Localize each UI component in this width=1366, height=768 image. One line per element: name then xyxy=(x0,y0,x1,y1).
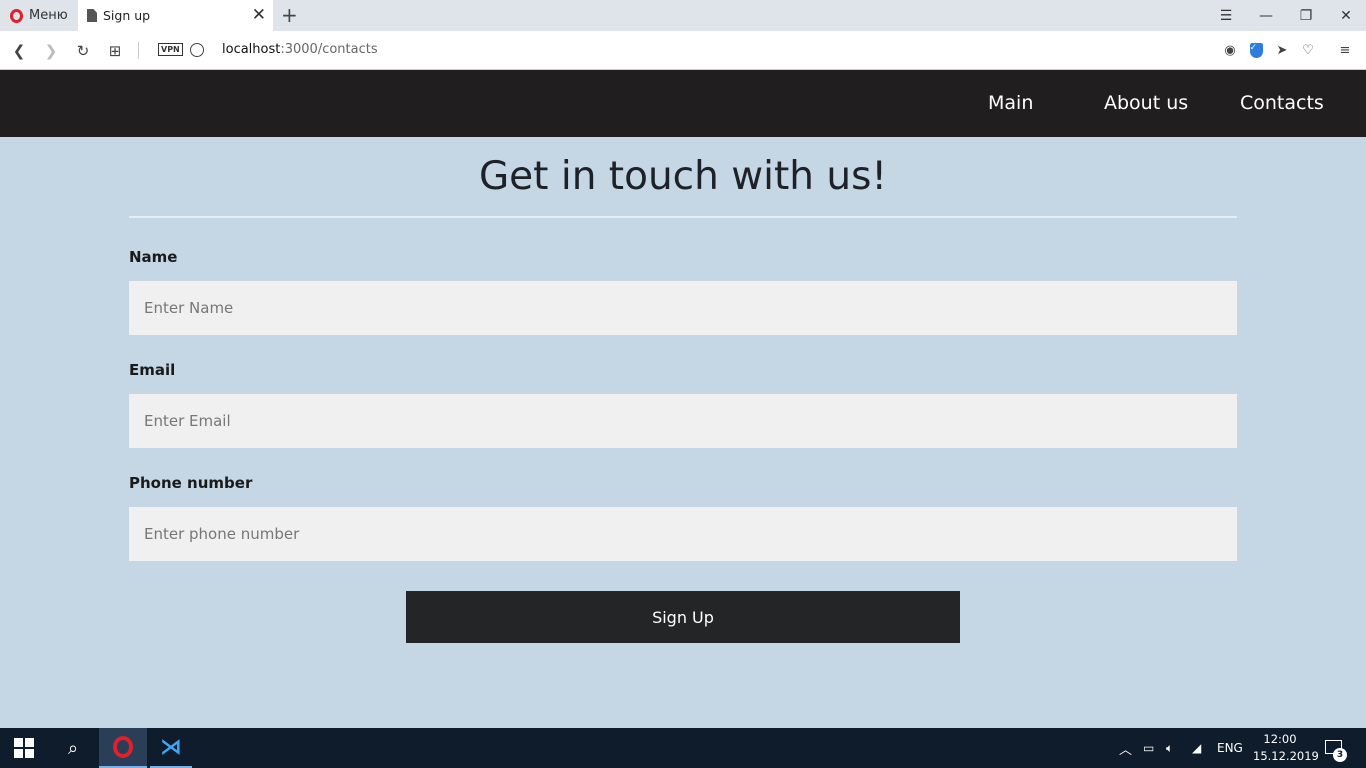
url-path: :3000/contacts xyxy=(280,42,378,57)
nav-link-about-us[interactable]: About us xyxy=(1104,92,1188,114)
language-indicator[interactable]: ENG xyxy=(1217,728,1243,768)
url-host: localhost xyxy=(222,42,281,57)
browser-tab-active[interactable]: Sign up ✕ xyxy=(78,0,273,31)
vscode-icon: ⋊ xyxy=(160,734,182,760)
back-icon[interactable]: ❮ xyxy=(8,40,30,62)
phone-label: Phone number xyxy=(129,474,253,492)
tab-menu-icon[interactable]: ☰ xyxy=(1206,0,1246,31)
windows-logo-pane xyxy=(25,749,34,758)
camera-icon[interactable]: ◉ xyxy=(1221,41,1239,59)
easy-setup-icon[interactable]: ≡ xyxy=(1336,41,1354,59)
phone-input[interactable] xyxy=(129,507,1237,561)
network-icon[interactable]: ◢ xyxy=(1192,728,1201,768)
close-window-button[interactable]: ✕ xyxy=(1326,0,1366,31)
title-divider xyxy=(129,216,1237,218)
restore-button[interactable]: ❐ xyxy=(1286,0,1326,31)
name-input[interactable] xyxy=(129,281,1237,335)
volume-icon[interactable]: 🔈︎ xyxy=(1166,728,1173,768)
tab-title: Sign up xyxy=(103,8,151,23)
opera-taskbar-icon xyxy=(113,736,133,758)
vpn-badge[interactable]: VPN xyxy=(158,43,183,56)
forward-icon[interactable]: ❯ xyxy=(40,40,62,62)
email-label: Email xyxy=(129,361,176,379)
battery-icon[interactable]: ▭ xyxy=(1143,728,1154,768)
toolbar-divider xyxy=(138,42,139,59)
taskbar-vscode[interactable]: ⋊ xyxy=(150,728,192,768)
adblock-shield-icon[interactable]: ✓ xyxy=(1247,41,1265,59)
tab-close-icon[interactable]: ✕ xyxy=(252,6,266,24)
shield-icon: ✓ xyxy=(1249,42,1263,58)
new-tab-button[interactable]: + xyxy=(281,3,298,27)
browser-tab-strip: Меню Sign up ✕ + ☰ — ❐ ✕ xyxy=(0,0,1366,31)
search-icon[interactable]: ⌕ xyxy=(50,728,96,768)
opera-menu-label: Меню xyxy=(29,8,68,23)
nav-link-main[interactable]: Main xyxy=(988,92,1033,114)
page-title: Get in touch with us! xyxy=(478,154,888,199)
reload-icon[interactable]: ↻ xyxy=(72,40,94,62)
url-field[interactable]: localhost:3000/contacts xyxy=(222,42,378,57)
sign-up-button[interactable]: Sign Up xyxy=(406,591,960,643)
send-icon[interactable]: ➤ xyxy=(1273,41,1291,59)
windows-taskbar: ⌕ ⋊ ︿ ▭ 🔈︎ ◢ ENG 12:00 15.12.2019 3 xyxy=(0,728,1366,768)
taskbar-opera[interactable] xyxy=(99,728,147,768)
speed-dial-icon[interactable]: ⊞ xyxy=(104,40,126,62)
windows-logo-pane xyxy=(14,749,23,758)
clock-date: 15.12.2019 xyxy=(1253,749,1319,763)
windows-logo-icon xyxy=(14,738,34,758)
clock-time: 12:00 xyxy=(1263,732,1297,746)
windows-logo-pane xyxy=(25,738,34,747)
address-bar: ❮ ❯ ↻ ⊞ VPN localhost:3000/contacts ◉ ✓ … xyxy=(0,31,1366,70)
clock[interactable]: 12:00 15.12.2019 xyxy=(1253,731,1319,765)
minimize-button[interactable]: — xyxy=(1246,0,1286,31)
show-hidden-icons-icon[interactable]: ︿ xyxy=(1119,728,1132,768)
windows-logo-pane xyxy=(14,738,23,747)
heart-icon[interactable]: ♡ xyxy=(1299,41,1317,59)
opera-logo-icon xyxy=(10,8,23,23)
site-navbar: Main About us Contacts xyxy=(0,70,1366,137)
email-input[interactable] xyxy=(129,394,1237,448)
document-icon xyxy=(87,9,97,22)
opera-menu-button[interactable]: Меню xyxy=(0,0,78,31)
globe-icon[interactable] xyxy=(190,43,204,57)
nav-link-contacts[interactable]: Contacts xyxy=(1240,92,1324,114)
name-label: Name xyxy=(129,248,178,266)
notification-badge: 3 xyxy=(1333,748,1347,762)
start-button[interactable] xyxy=(0,728,48,768)
